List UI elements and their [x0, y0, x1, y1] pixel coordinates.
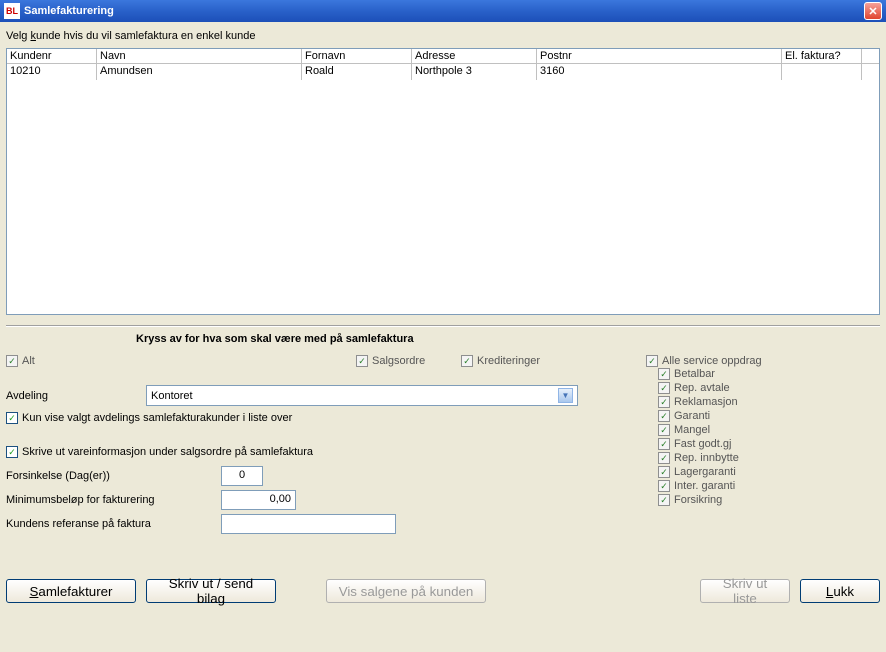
check-label: Rep. innbytte: [674, 451, 739, 465]
col-adresse[interactable]: Adresse: [412, 49, 537, 63]
check-label: Fast godt.gj: [674, 437, 731, 451]
close-button[interactable]: ✕: [864, 2, 882, 20]
col-kundenr[interactable]: Kundenr: [7, 49, 97, 63]
cell-elfaktura: [782, 64, 862, 80]
check-icon: ✓: [461, 355, 473, 367]
divider: [6, 325, 880, 327]
samlefakturer-button[interactable]: Samlefakturer: [6, 579, 136, 603]
check-icon: ✓: [356, 355, 368, 367]
chevron-down-icon[interactable]: ▼: [558, 388, 573, 403]
check-label: Alt: [22, 355, 35, 367]
cell-kundenr: 10210: [7, 64, 97, 80]
check-icon: ✓: [658, 424, 670, 436]
check-icon: ✓: [658, 396, 670, 408]
check-icon: ✓: [6, 446, 18, 458]
check-icon: ✓: [646, 355, 658, 367]
check-label: Garanti: [674, 409, 710, 423]
check-label: Forsikring: [674, 493, 722, 507]
grid-body[interactable]: 10210 Amundsen Roald Northpole 3 3160: [7, 64, 879, 314]
check-label: Mangel: [674, 423, 710, 437]
checkbox-service-item[interactable]: ✓ Forsikring: [658, 493, 762, 507]
check-label: Skrive ut vareinformasjon under salgsord…: [22, 446, 313, 458]
app-icon: BL: [4, 3, 20, 19]
minbelop-input[interactable]: 0,00: [221, 490, 296, 510]
check-icon: ✓: [658, 480, 670, 492]
check-label: Lagergaranti: [674, 465, 736, 479]
checkbox-krediteringer[interactable]: ✓ Krediteringer: [461, 355, 540, 367]
check-icon: ✓: [658, 438, 670, 450]
col-navn[interactable]: Navn: [97, 49, 302, 63]
col-fornavn[interactable]: Fornavn: [302, 49, 412, 63]
check-icon: ✓: [6, 412, 18, 424]
kundens-ref-input[interactable]: [221, 514, 396, 534]
forsinkelse-input[interactable]: 0: [221, 466, 263, 486]
checkbox-service-item[interactable]: ✓ Rep. innbytte: [658, 451, 762, 465]
checkbox-alle-service[interactable]: ✓ Alle service oppdrag: [646, 355, 762, 367]
cell-navn: Amundsen: [97, 64, 302, 80]
check-label: Salgsordre: [372, 355, 425, 367]
forsinkelse-label: Forsinkelse (Dag(er)): [6, 470, 221, 482]
checkbox-service-item[interactable]: ✓ Inter. garanti: [658, 479, 762, 493]
options-title: Kryss av for hva som skal være med på sa…: [136, 333, 880, 345]
check-label: Rep. avtale: [674, 381, 730, 395]
checkbox-service-item[interactable]: ✓ Betalbar: [658, 367, 762, 381]
check-label: Reklamasjon: [674, 395, 738, 409]
check-label: Betalbar: [674, 367, 715, 381]
window-title: Samlefakturering: [24, 5, 864, 17]
cell-fornavn: Roald: [302, 64, 412, 80]
table-row[interactable]: 10210 Amundsen Roald Northpole 3 3160: [7, 64, 879, 80]
kundens-ref-label: Kundens referanse på faktura: [6, 518, 221, 530]
check-icon: ✓: [658, 494, 670, 506]
vis-salgene-button: Vis salgene på kunden: [326, 579, 486, 603]
check-label: Inter. garanti: [674, 479, 735, 493]
avdeling-select[interactable]: Kontoret ▼: [146, 385, 578, 406]
cell-adresse: Northpole 3: [412, 64, 537, 80]
customer-grid[interactable]: Kundenr Navn Fornavn Adresse Postnr El. …: [6, 48, 880, 315]
check-label: Alle service oppdrag: [662, 355, 762, 367]
checkbox-service-item[interactable]: ✓ Mangel: [658, 423, 762, 437]
check-icon: ✓: [658, 368, 670, 380]
check-label: Kun vise valgt avdelings samlefakturakun…: [22, 412, 292, 424]
checkbox-service-item[interactable]: ✓ Rep. avtale: [658, 381, 762, 395]
checkbox-service-item[interactable]: ✓ Reklamasjon: [658, 395, 762, 409]
checkbox-service-item[interactable]: ✓ Garanti: [658, 409, 762, 423]
grid-header: Kundenr Navn Fornavn Adresse Postnr El. …: [7, 49, 879, 64]
lukk-button[interactable]: Lukk: [800, 579, 880, 603]
col-postnr[interactable]: Postnr: [537, 49, 782, 63]
checkbox-salgsordre[interactable]: ✓ Salgsordre: [356, 355, 461, 367]
minbelop-label: Minimumsbeløp for fakturering: [6, 494, 221, 506]
check-icon: ✓: [658, 382, 670, 394]
checkbox-service-item[interactable]: ✓ Fast godt.gj: [658, 437, 762, 451]
instruction-text: Velg kunde hvis du vil samlefaktura en e…: [6, 30, 880, 42]
skriv-ut-send-button[interactable]: Skriv ut / send bilag: [146, 579, 276, 603]
checkbox-alt[interactable]: ✓ Alt: [6, 355, 356, 367]
cell-postnr: 3160: [537, 64, 782, 80]
check-icon: ✓: [658, 452, 670, 464]
check-icon: ✓: [6, 355, 18, 367]
check-label: Krediteringer: [477, 355, 540, 367]
avdeling-label: Avdeling: [6, 390, 146, 402]
skriv-ut-liste-button: Skriv ut liste: [700, 579, 790, 603]
col-elfaktura[interactable]: El. faktura?: [782, 49, 862, 63]
title-bar: BL Samlefakturering ✕: [0, 0, 886, 22]
check-icon: ✓: [658, 466, 670, 478]
checkbox-service-item[interactable]: ✓ Lagergaranti: [658, 465, 762, 479]
check-icon: ✓: [658, 410, 670, 422]
avdeling-value: Kontoret: [151, 390, 193, 402]
